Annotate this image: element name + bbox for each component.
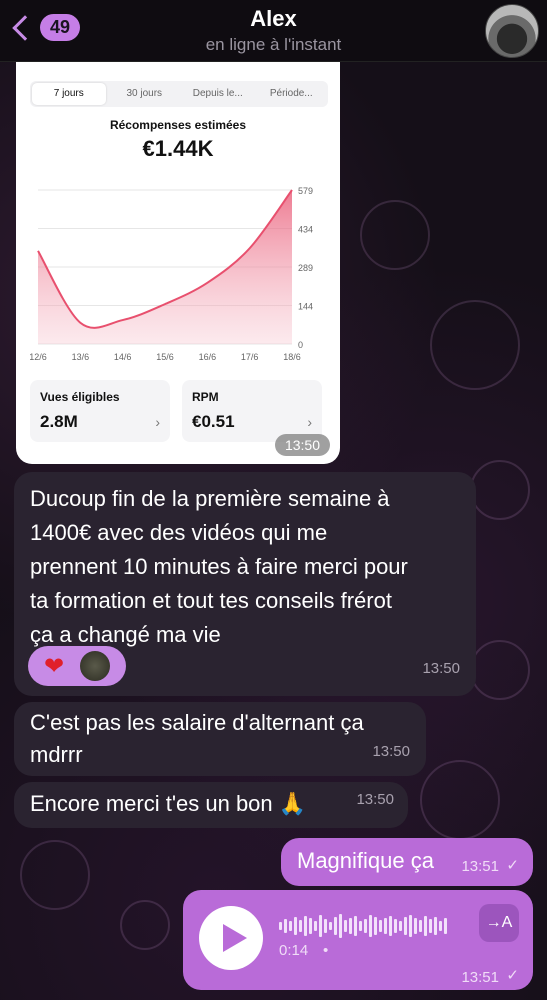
message-time: 13:50: [274, 434, 330, 456]
message-bubble[interactable]: Encore merci t'es un bon 🙏 13:50: [14, 782, 408, 828]
waveform-bar: [329, 922, 332, 930]
heart-icon: ❤: [44, 653, 65, 680]
waveform-bar: [389, 916, 392, 936]
estimated-total: €1.44K: [142, 136, 214, 161]
waveform-bar: [304, 916, 307, 936]
image-message[interactable]: 7 jours 30 jours Depuis le... Période...…: [16, 62, 340, 464]
waveform-bar: [429, 919, 432, 933]
message-line: mdrrr: [30, 742, 83, 767]
message-line: C'est pas les salaire d'alternant ça: [30, 710, 364, 735]
read-check-icon: ✓: [506, 857, 519, 874]
waveform-bar: [279, 922, 282, 930]
waveform-bar: [424, 916, 427, 936]
tab-period: Période...: [269, 88, 313, 99]
x-tick-label: 17/6: [241, 352, 259, 362]
stat-label: RPM: [192, 390, 219, 404]
waveform-bar: [289, 921, 292, 931]
unplayed-dot-icon: •: [323, 942, 329, 959]
message-line: ta formation et tout tes conseils frérot: [30, 588, 392, 613]
message-time: 13:50: [372, 743, 410, 760]
waveform-bar: [369, 915, 372, 937]
message-text: Encore merci t'es un bon 🙏: [30, 791, 307, 816]
stat-rpm: RPM €0.51 ›: [182, 380, 322, 442]
y-tick-label: 289: [298, 263, 313, 273]
message-time: 13:51: [461, 858, 499, 875]
contact-name[interactable]: Alex: [0, 6, 547, 32]
chevron-right-icon: ›: [155, 414, 160, 430]
message-time: 13:50: [356, 791, 394, 808]
waveform-bar: [354, 916, 357, 936]
chat-header: 49 Alex en ligne à l'instant: [0, 0, 547, 62]
voice-duration: 0:14: [279, 942, 309, 959]
stat-value: €0.51: [192, 412, 235, 431]
tab-7-days: 7 jours: [32, 83, 106, 105]
period-tabs: 7 jours 30 jours Depuis le... Période...: [30, 81, 328, 107]
waveform-bar: [284, 919, 287, 933]
x-tick-label: 14/6: [114, 352, 132, 362]
chart-title: Récompenses estimées: [109, 118, 247, 132]
waveform-bar: [444, 918, 447, 934]
read-check-icon: ✓: [506, 967, 519, 984]
waveform-bar: [394, 919, 397, 933]
x-tick-label: 15/6: [156, 352, 174, 362]
y-tick-label: 144: [298, 302, 313, 312]
voice-message-bubble[interactable]: 0:14 • →A 13:51 ✓: [183, 890, 533, 990]
message-line: 1400€ avec des vidéos qui me: [30, 520, 328, 545]
waveform-bar: [419, 920, 422, 932]
waveform-bar: [434, 917, 437, 935]
waveform-bar: [319, 915, 322, 937]
message-time: 13:51: [461, 969, 499, 986]
chevron-right-icon: ›: [307, 414, 312, 430]
waveform-bar: [324, 919, 327, 933]
stat-value: 2.8M: [40, 412, 78, 431]
waveform-bar: [349, 918, 352, 934]
play-icon: [223, 924, 247, 952]
contact-status: en ligne à l'instant: [205, 35, 342, 54]
waveform-bar: [384, 918, 387, 934]
message-line: prennent 10 minutes à faire merci pour: [30, 554, 408, 579]
waveform-bar: [399, 921, 402, 931]
rewards-chart: 0 144 289 434 579 12/6 13/6 14/6 15/6 16/6 17/6 18/…: [30, 186, 313, 362]
tab-since: Depuis le...: [192, 88, 243, 99]
waveform-bar: [314, 921, 317, 931]
message-time: 13:50: [422, 660, 460, 677]
contact-avatar[interactable]: [485, 4, 539, 58]
y-tick-label: 0: [298, 340, 303, 350]
y-tick-label: 579: [298, 186, 313, 196]
waveform-bar: [439, 921, 442, 931]
waveform-bar: [374, 917, 377, 935]
x-tick-label: 13/6: [72, 352, 90, 362]
message-text: Magnifique ça: [297, 848, 434, 873]
stat-label: Vues éligibles: [40, 390, 120, 404]
transcribe-button[interactable]: →A: [479, 904, 519, 942]
waveform-bar: [409, 915, 412, 937]
tab-30-days: 30 jours: [126, 88, 163, 99]
waveform-bar: [414, 918, 417, 934]
stat-eligible-views: Vues éligibles 2.8M ›: [30, 380, 170, 442]
waveform-bar: [364, 919, 367, 933]
waveform-bar: [294, 917, 297, 935]
reactor-avatar: [78, 649, 112, 683]
waveform-bar: [379, 920, 382, 932]
message-bubble[interactable]: C'est pas les salaire d'alternant ça mdr…: [14, 702, 426, 776]
waveform-bar: [344, 920, 347, 932]
x-tick-label: 16/6: [199, 352, 217, 362]
outgoing-message-bubble[interactable]: Magnifique ça 13:51 ✓: [281, 838, 533, 886]
y-tick-label: 434: [298, 225, 313, 235]
x-tick-label: 12/6: [30, 352, 47, 362]
waveform-bar: [339, 914, 342, 938]
message-line: Ducoup fin de la première semaine à: [30, 486, 390, 511]
reaction-badge[interactable]: ❤: [28, 646, 126, 686]
waveform-bar: [334, 917, 337, 935]
waveform-bar: [309, 918, 312, 934]
voice-waveform[interactable]: [279, 914, 447, 938]
waveform-bar: [299, 920, 302, 932]
x-tick-label: 18/6: [283, 352, 301, 362]
waveform-bar: [404, 917, 407, 935]
waveform-bar: [359, 921, 362, 931]
play-button[interactable]: [199, 906, 263, 970]
